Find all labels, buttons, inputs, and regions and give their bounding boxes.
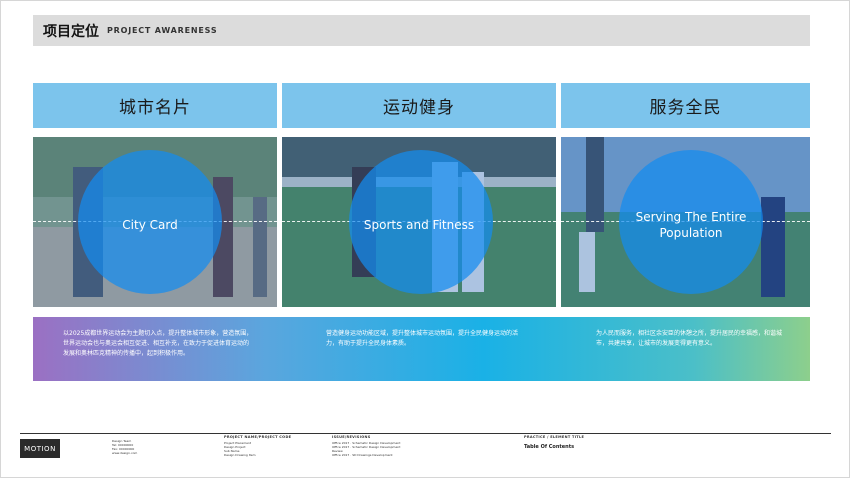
column-header-city-card: 城市名片 [33,83,277,128]
section-header: 项目定位 PROJECT AWARENESS [33,15,810,46]
footer-issue-info: Office 2017 · Schematic Design Developme… [332,441,400,457]
footer-contact: Design Team Tel: 00000000 Fax: 00000000 … [112,439,137,455]
description-sports-fitness: 营造健身运动功能区域，提升整体城市运动氛围，提升全民健身运动的活力，有助于提升全… [326,330,519,347]
footer-practice-head: PRACTICE / ELEMENT TITLE [524,435,585,439]
page-title: 项目定位 [43,23,99,40]
column-header-sports-fitness: 运动健身 [282,83,556,128]
description-band: 以2025成都世界运动会为主题切入点，提升整体城市形象，营造氛围，世界运动会也与… [33,317,810,381]
page-subtitle: PROJECT AWARENESS [107,26,218,35]
description-serving-population: 为人民而服务，相社区余安臣的休憩之所，提升居民的幸福感，和谐城市，共建共享，让城… [596,330,783,347]
footer-project-line: Design Drawing Item [224,453,256,457]
footer-project-head: PROJECT NAME/PROJECT CODE [224,435,292,439]
caption-serving-population: Serving The Entire Population [635,210,747,240]
photo-frisbee: Sports and Fitness [282,137,556,307]
photo-archery: City Card [33,137,277,307]
footer-issue-head: ISSUE/REVISIONS [332,435,371,439]
footer-contact-line: www.design.com [112,451,138,455]
description-city-card: 以2025成都世界运动会为主题切入点，提升整体城市形象，营造氛围，世界运动会也与… [63,330,253,357]
caption-city-card: City Card [122,218,178,232]
footer-logo: MOTION [20,439,60,458]
column-header-serving-population: 服务全民 [561,83,810,128]
footer-project-info: Project Placement Design Project Sub Nam… [224,441,256,457]
caption-sports-fitness: Sports and Fitness [363,218,475,232]
footer-rule [20,433,831,434]
photo-ultimate: Serving The Entire Population [561,137,810,307]
table-of-contents-link[interactable]: Table Of Contents [524,444,574,450]
footer-issue-line: Office 2017 · SD Drawings Development [332,453,393,457]
